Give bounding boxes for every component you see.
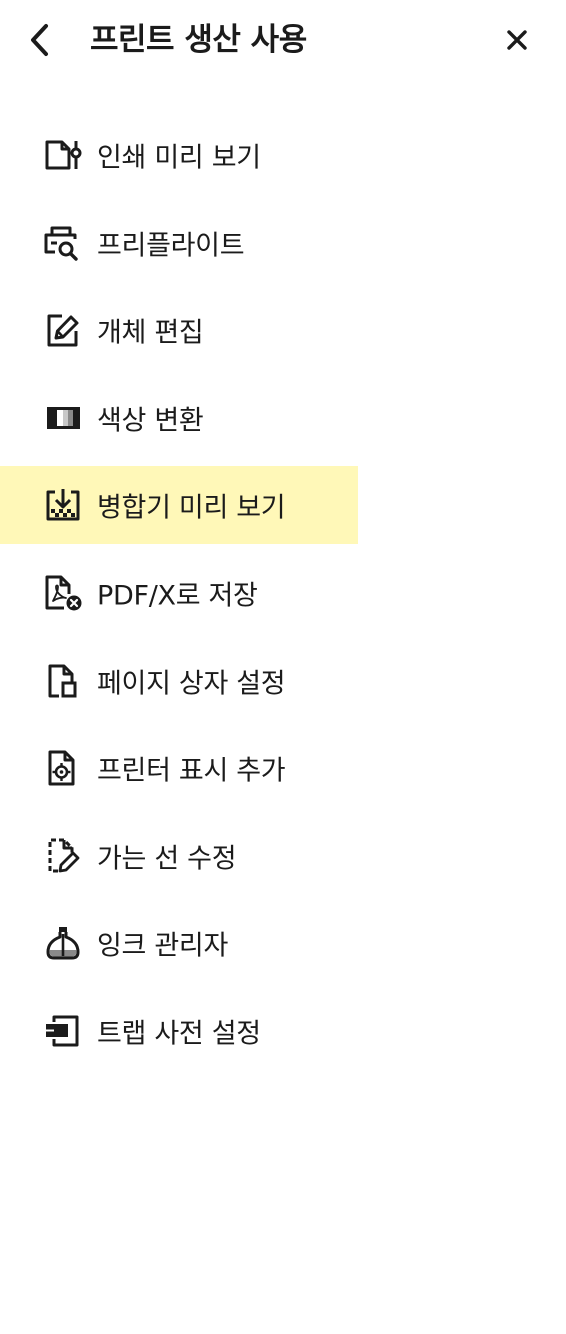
close-icon bbox=[507, 30, 527, 50]
page-title: 프린트 생산 사용 bbox=[90, 22, 307, 58]
menu-item-add-printer-marks[interactable]: 프린터 표시 추가 bbox=[0, 729, 358, 807]
add-printer-marks-icon bbox=[42, 750, 84, 786]
menu-item-label: 병합기 미리 보기 bbox=[97, 492, 286, 524]
menu-item-trap-presets[interactable]: 트랩 사전 설정 bbox=[0, 992, 358, 1070]
save-as-pdfx-icon bbox=[42, 575, 84, 611]
menu-item-label: 색상 변환 bbox=[97, 405, 204, 437]
edit-object-icon bbox=[42, 312, 84, 348]
menu-item-save-as-pdfx[interactable]: PDF/X로 저장 bbox=[0, 554, 358, 632]
close-button[interactable] bbox=[495, 18, 539, 62]
menu-item-set-page-boxes[interactable]: 페이지 상자 설정 bbox=[0, 642, 358, 720]
menu-item-label: 프리플라이트 bbox=[97, 230, 245, 262]
tool-menu: 인쇄 미리 보기 프리플라이트 개체 편집 색상 변환 병합기 미리 보기 PD… bbox=[0, 116, 566, 1080]
menu-item-label: 가는 선 수정 bbox=[97, 843, 237, 875]
flattener-preview-icon bbox=[42, 487, 84, 523]
set-page-boxes-icon bbox=[42, 663, 84, 699]
menu-item-convert-colors[interactable]: 색상 변환 bbox=[0, 379, 358, 457]
menu-item-print-preview[interactable]: 인쇄 미리 보기 bbox=[0, 116, 358, 194]
menu-item-label: PDF/X로 저장 bbox=[97, 580, 258, 612]
menu-item-label: 트랩 사전 설정 bbox=[97, 1018, 261, 1050]
preflight-icon bbox=[42, 225, 84, 261]
menu-item-edit-object[interactable]: 개체 편집 bbox=[0, 291, 358, 369]
ink-manager-icon bbox=[42, 925, 84, 961]
menu-item-label: 페이지 상자 설정 bbox=[97, 668, 286, 700]
menu-item-label: 개체 편집 bbox=[97, 317, 204, 349]
fix-hairlines-icon bbox=[42, 838, 84, 874]
menu-item-label: 잉크 관리자 bbox=[97, 930, 228, 962]
menu-item-fix-hairlines[interactable]: 가는 선 수정 bbox=[0, 817, 358, 895]
menu-item-label: 프린터 표시 추가 bbox=[97, 755, 286, 787]
menu-item-ink-manager[interactable]: 잉크 관리자 bbox=[0, 904, 358, 982]
menu-item-flattener-preview[interactable]: 병합기 미리 보기 bbox=[0, 466, 358, 545]
convert-colors-icon bbox=[42, 400, 84, 436]
header: 프린트 생산 사용 bbox=[0, 0, 566, 80]
menu-item-preflight[interactable]: 프리플라이트 bbox=[0, 204, 358, 282]
print-preview-icon bbox=[42, 137, 84, 173]
menu-item-label: 인쇄 미리 보기 bbox=[97, 142, 261, 174]
chevron-left-icon bbox=[31, 24, 48, 56]
back-button[interactable] bbox=[18, 18, 62, 62]
trap-presets-icon bbox=[42, 1013, 84, 1049]
